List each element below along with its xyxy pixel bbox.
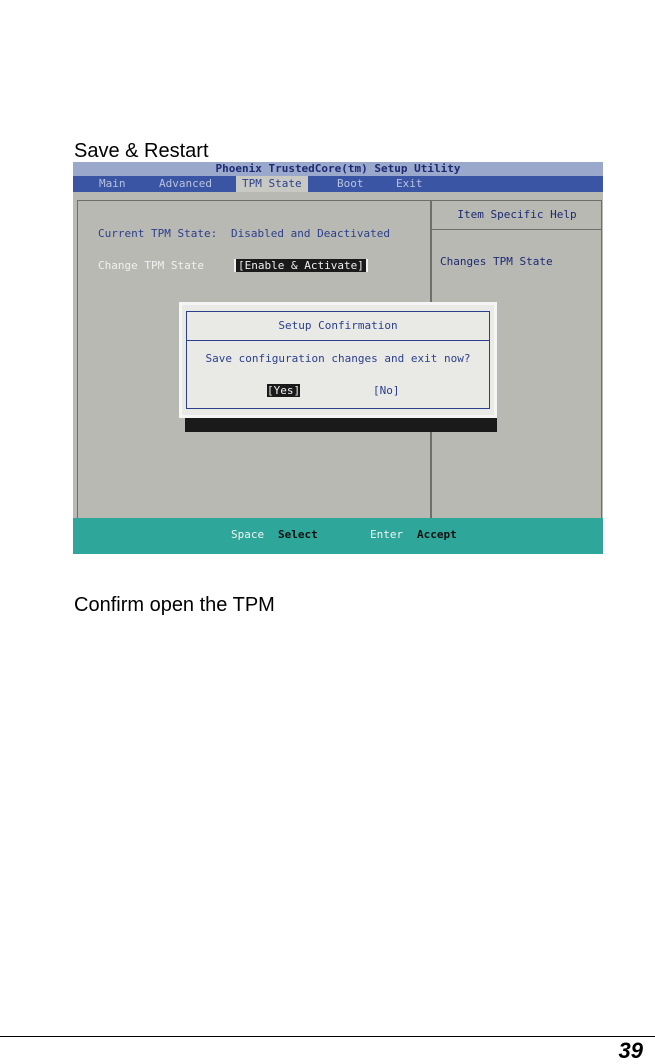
figure-caption: Confirm open the TPM	[74, 594, 275, 616]
page-number: 39	[618, 1038, 643, 1063]
enter-key-hint: Enter	[370, 528, 404, 541]
select-action: Select	[278, 528, 318, 541]
bios-statusbar: Space Select Enter Accept	[73, 518, 603, 554]
footer-divider	[0, 1036, 655, 1037]
current-tpm-state-label: Current TPM State:	[98, 227, 218, 240]
bios-title: Phoenix TrustedCore(tm) Setup Utility	[73, 162, 603, 176]
change-tpm-state-value[interactable]: [Enable & Activate]	[234, 259, 368, 272]
menu-boot[interactable]: Boot	[331, 176, 370, 192]
menu-main[interactable]: Main	[93, 176, 132, 192]
current-tpm-state-value: Disabled and Deactivated	[231, 227, 390, 240]
menu-tpm-state[interactable]: TPM State	[236, 176, 308, 192]
bios-screenshot: Phoenix TrustedCore(tm) Setup Utility Ma…	[73, 162, 603, 554]
dialog-title: Setup Confirmation	[187, 312, 489, 341]
no-button[interactable]: [No]	[373, 384, 400, 397]
dialog-message: Save configuration changes and exit now?	[205, 352, 471, 365]
dialog-frame: Setup Confirmation Save configuration ch…	[186, 311, 490, 409]
no-button-label[interactable]: [No]	[373, 384, 400, 397]
menu-exit[interactable]: Exit	[390, 176, 429, 192]
help-text: Changes TPM State	[440, 255, 553, 268]
space-key-hint: Space	[231, 528, 265, 541]
bios-menubar: Main Advanced TPM State Boot Exit	[73, 176, 603, 192]
yes-button[interactable]: [Yes]	[267, 384, 301, 397]
change-tpm-state-option[interactable]: [Enable & Activate]	[234, 259, 368, 272]
change-tpm-state-label: Change TPM State	[98, 259, 204, 272]
setup-confirmation-dialog: Setup Confirmation Save configuration ch…	[179, 302, 497, 418]
section-heading: Save & Restart	[74, 140, 209, 162]
menu-advanced[interactable]: Advanced	[153, 176, 218, 192]
accept-action: Accept	[417, 528, 457, 541]
help-title: Item Specific Help	[432, 201, 602, 230]
yes-button-label[interactable]: [Yes]	[267, 384, 301, 397]
